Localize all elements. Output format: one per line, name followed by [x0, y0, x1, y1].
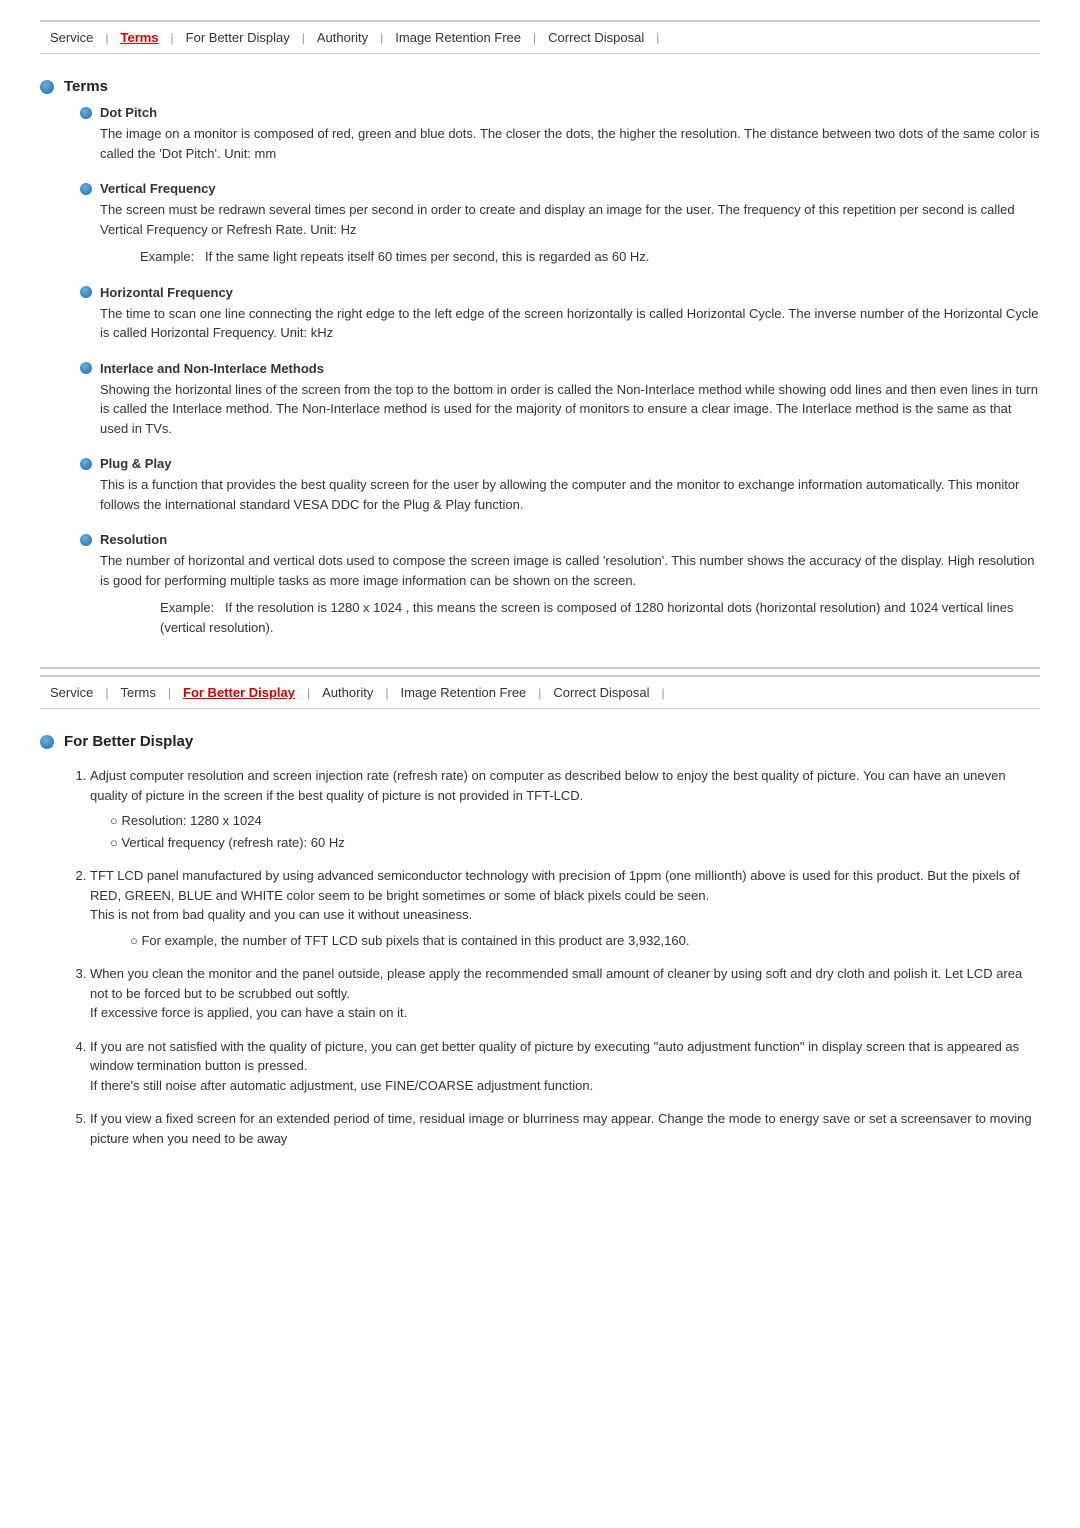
- nav-sep-2: |: [169, 31, 176, 45]
- dot-pitch-dot: [80, 107, 92, 119]
- plug-play-header: Plug & Play: [80, 456, 1040, 471]
- nav-sep-3: |: [300, 31, 307, 45]
- nav-bar-top: Service | Terms | For Better Display | A…: [40, 20, 1040, 54]
- vertical-freq-body: The screen must be redrawn several times…: [100, 200, 1040, 239]
- interlace-body: Showing the horizontal lines of the scre…: [100, 380, 1040, 439]
- fbd-blue-dot: [40, 735, 54, 749]
- fbd-item-1-sub-2: Vertical frequency (refresh rate): 60 Hz: [110, 833, 1040, 853]
- fbd-item-2-subitem: ○ For example, the number of TFT LCD sub…: [130, 931, 1040, 951]
- dot-pitch-title: Dot Pitch: [100, 105, 157, 120]
- terms-blue-dot: [40, 80, 54, 94]
- interlace-subsection: Interlace and Non-Interlace Methods Show…: [80, 361, 1040, 439]
- vertical-freq-dot: [80, 183, 92, 195]
- nav-imageretention-1[interactable]: Image Retention Free: [385, 28, 531, 47]
- nav-sep-m6: |: [660, 686, 667, 700]
- nav-authority-2[interactable]: Authority: [312, 683, 383, 702]
- horizontal-freq-header: Horizontal Frequency: [80, 285, 1040, 300]
- resolution-example: Example: If the resolution is 1280 x 102…: [160, 598, 1040, 637]
- resolution-body: The number of horizontal and vertical do…: [100, 551, 1040, 590]
- nav-authority-1[interactable]: Authority: [307, 28, 378, 47]
- plug-play-title: Plug & Play: [100, 456, 172, 471]
- nav-sep-m4: |: [383, 686, 390, 700]
- nav-terms-1[interactable]: Terms: [110, 28, 168, 47]
- nav-bar-middle: Service | Terms | For Better Display | A…: [40, 675, 1040, 709]
- fbd-main-title: For Better Display: [64, 733, 193, 750]
- nav-forbetter-1[interactable]: For Better Display: [176, 28, 300, 47]
- vertical-freq-example-label: Example:: [140, 249, 205, 264]
- fbd-item-1: Adjust computer resolution and screen in…: [90, 766, 1040, 852]
- resolution-header: Resolution: [80, 532, 1040, 547]
- dot-pitch-subsection: Dot Pitch The image on a monitor is comp…: [80, 105, 1040, 163]
- resolution-dot: [80, 534, 92, 546]
- nav-terms-2[interactable]: Terms: [110, 683, 165, 702]
- resolution-example-label: Example:: [160, 600, 225, 615]
- fbd-section-header: For Better Display: [40, 733, 1040, 750]
- dot-pitch-body: The image on a monitor is composed of re…: [100, 124, 1040, 163]
- nav-forbetter-2[interactable]: For Better Display: [173, 683, 305, 702]
- vertical-freq-header: Vertical Frequency: [80, 181, 1040, 196]
- horizontal-freq-title: Horizontal Frequency: [100, 285, 233, 300]
- fbd-item-1-sub-1: Resolution: 1280 x 1024: [110, 811, 1040, 831]
- nav-sep-6: |: [654, 31, 661, 45]
- horizontal-freq-subsection: Horizontal Frequency The time to scan on…: [80, 285, 1040, 343]
- terms-section-header: Terms: [40, 78, 1040, 95]
- horizontal-freq-body: The time to scan one line connecting the…: [100, 304, 1040, 343]
- nav-correctdisposal-1[interactable]: Correct Disposal: [538, 28, 654, 47]
- terms-main-title: Terms: [64, 78, 108, 95]
- fbd-list: Adjust computer resolution and screen in…: [90, 766, 1040, 1148]
- resolution-subsection: Resolution The number of horizontal and …: [80, 532, 1040, 637]
- nav-correctdisposal-2[interactable]: Correct Disposal: [543, 683, 659, 702]
- dot-pitch-header: Dot Pitch: [80, 105, 1040, 120]
- plug-play-dot: [80, 458, 92, 470]
- interlace-title: Interlace and Non-Interlace Methods: [100, 361, 324, 376]
- nav-service-2[interactable]: Service: [40, 683, 103, 702]
- fbd-item-4: If you are not satisfied with the qualit…: [90, 1037, 1040, 1096]
- nav-imageretention-2[interactable]: Image Retention Free: [391, 683, 537, 702]
- plug-play-body: This is a function that provides the bes…: [100, 475, 1040, 514]
- nav-sep-4: |: [378, 31, 385, 45]
- vertical-freq-title: Vertical Frequency: [100, 181, 216, 196]
- interlace-dot: [80, 362, 92, 374]
- horizontal-freq-dot: [80, 286, 92, 298]
- vertical-freq-subsection: Vertical Frequency The screen must be re…: [80, 181, 1040, 267]
- nav-sep-m1: |: [103, 686, 110, 700]
- fbd-item-1-text: Adjust computer resolution and screen in…: [90, 768, 1006, 803]
- nav-service-1[interactable]: Service: [40, 28, 103, 47]
- for-better-display-section: For Better Display Adjust computer resol…: [40, 733, 1040, 1148]
- fbd-item-4-text: If you are not satisfied with the qualit…: [90, 1039, 1019, 1093]
- fbd-item-3: When you clean the monitor and the panel…: [90, 964, 1040, 1023]
- nav-sep-m5: |: [536, 686, 543, 700]
- resolution-title: Resolution: [100, 532, 167, 547]
- nav-sep-m2: |: [166, 686, 173, 700]
- nav-sep-1: |: [103, 31, 110, 45]
- nav-sep-5: |: [531, 31, 538, 45]
- vertical-freq-example-text: If the same light repeats itself 60 time…: [205, 249, 649, 264]
- terms-section: Terms Dot Pitch The image on a monitor i…: [40, 78, 1040, 637]
- fbd-item-2: TFT LCD panel manufactured by using adva…: [90, 866, 1040, 950]
- divider-middle: [40, 667, 1040, 669]
- plug-play-subsection: Plug & Play This is a function that prov…: [80, 456, 1040, 514]
- interlace-header: Interlace and Non-Interlace Methods: [80, 361, 1040, 376]
- fbd-item-3-text: When you clean the monitor and the panel…: [90, 966, 1022, 1020]
- fbd-item-5-text: If you view a fixed screen for an extend…: [90, 1111, 1032, 1146]
- fbd-item-2-subitem-text: For example, the number of TFT LCD sub p…: [141, 933, 689, 948]
- resolution-example-text: If the resolution is 1280 x 1024 , this …: [160, 600, 1013, 635]
- vertical-freq-example: Example: If the same light repeats itsel…: [140, 247, 1040, 267]
- fbd-item-1-sublist: Resolution: 1280 x 1024 Vertical frequen…: [110, 811, 1040, 852]
- fbd-item-5: If you view a fixed screen for an extend…: [90, 1109, 1040, 1148]
- fbd-item-2-text: TFT LCD panel manufactured by using adva…: [90, 868, 1020, 922]
- nav-sep-m3: |: [305, 686, 312, 700]
